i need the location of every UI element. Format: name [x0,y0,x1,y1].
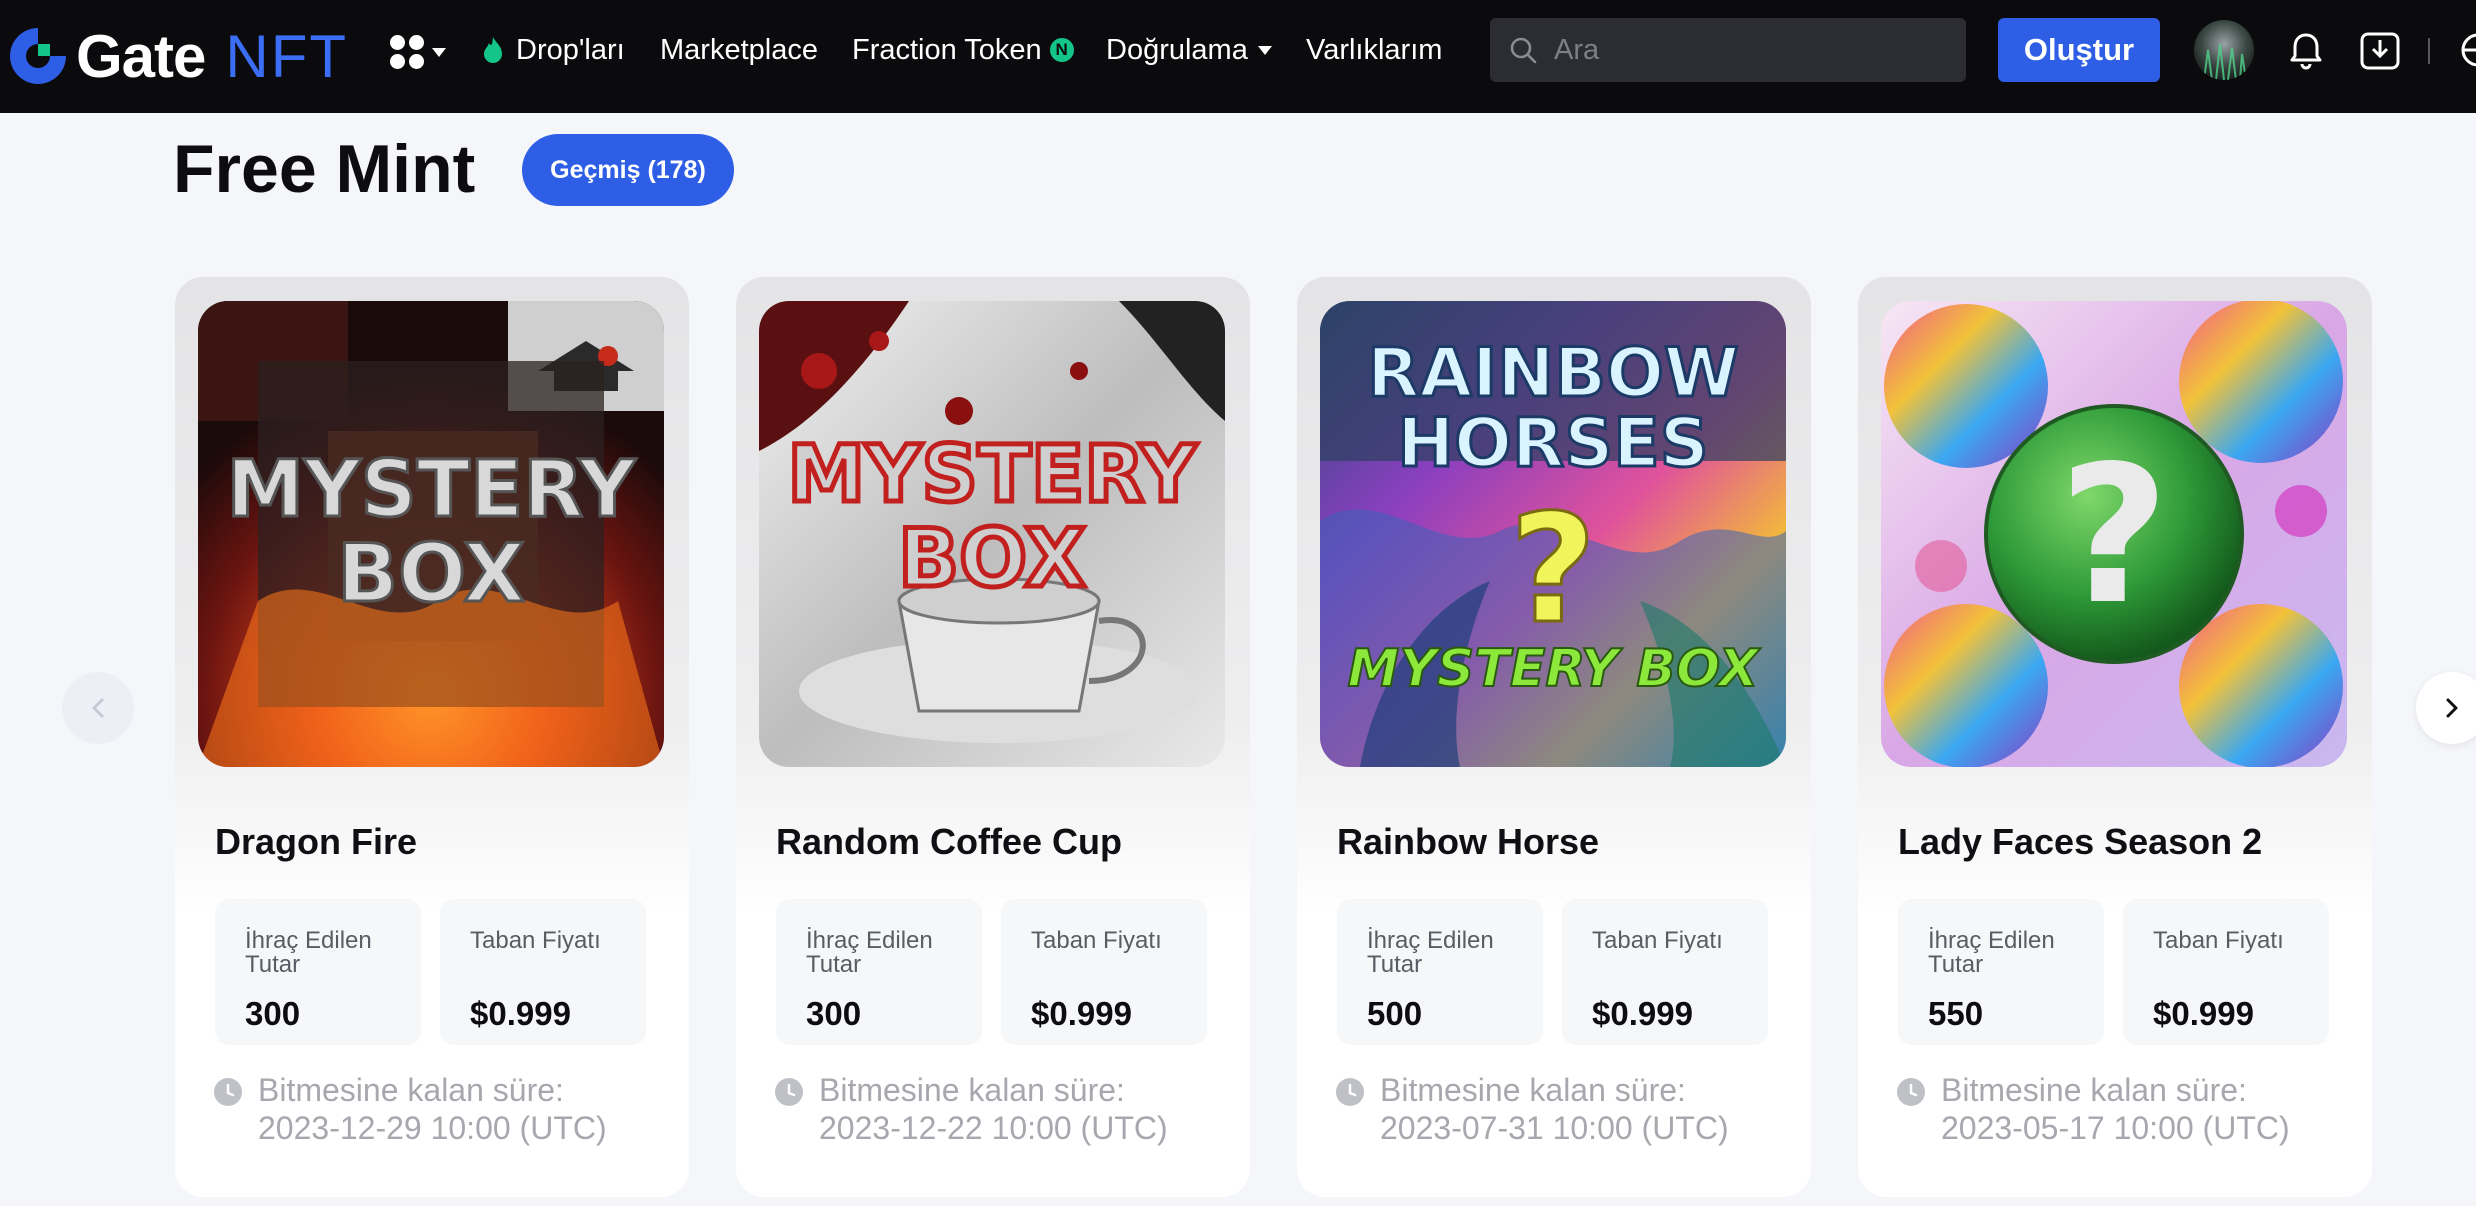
time-value: 2023-12-22 10:00 (UTC) [819,1110,1168,1146]
clock-icon [1897,1078,1925,1106]
floor-value: $0.999 [2153,995,2254,1032]
history-button[interactable]: Geçmiş (178) [522,134,734,206]
issued-amount-box: İhraç Edilen Tutar 300 [215,899,421,1045]
issued-value: 300 [245,995,301,1032]
search-input[interactable] [1554,33,1934,67]
page-title: Free Mint [173,131,476,207]
clock-icon [775,1078,803,1106]
nav-marketplace[interactable]: Marketplace [660,28,818,72]
gate-logo-icon [10,28,66,84]
nft-image: RAINBOW HORSES ? MYSTERY BOX [1320,301,1786,767]
logo-nft-text: NFT [225,22,349,90]
logo-text: Gate [76,22,206,90]
time-label: Bitmesine kalan süre: [819,1072,1125,1108]
time-remaining: Bitmesine kalan süre: 2023-12-29 10:00 (… [258,1071,607,1147]
chevron-down-icon [432,47,446,57]
time-remaining: Bitmesine kalan süre: 2023-07-31 10:00 (… [1380,1071,1729,1147]
nft-name: Rainbow Horse [1337,821,1600,862]
issued-label: İhraç Edilen Tutar [1928,927,2055,978]
download-icon[interactable] [2358,28,2402,72]
chevron-left-icon [92,698,104,718]
create-button[interactable]: Oluştur [1998,18,2160,82]
time-label: Bitmesine kalan süre: [258,1072,564,1108]
search-icon [1510,37,1537,64]
svg-text:MYSTERY: MYSTERY [787,430,1198,520]
nft-image: ? [1881,301,2347,767]
floor-label: Taban Fiyatı [470,927,601,954]
svg-text:HORSES: HORSES [1397,404,1708,483]
time-remaining: Bitmesine kalan süre: 2023-05-17 10:00 (… [1941,1071,2290,1147]
nft-image: MYSTERY BOX [198,301,664,767]
chevron-right-icon [2446,698,2458,718]
nft-card[interactable]: ? Lady Faces Season 2 İhraç Edilen Tutar… [1858,277,2372,1197]
avatar[interactable] [2194,20,2254,80]
issued-amount-box: İhraç Edilen Tutar 300 [776,899,982,1045]
nft-card[interactable]: MYSTERY BOX Random Coffee Cup İhraç Edil… [736,277,1250,1197]
flame-icon [484,37,502,63]
carousel-next-button[interactable] [2416,672,2476,744]
floor-label: Taban Fiyatı [1031,927,1162,954]
nft-name: Random Coffee Cup [776,821,1122,862]
svg-text:BOX: BOX [337,527,525,620]
globe-icon[interactable] [2458,30,2476,70]
carousel-prev-button[interactable] [62,672,134,744]
issued-label: İhraç Edilen Tutar [1367,927,1494,978]
nav-marketplace-label: Marketplace [660,33,818,66]
time-remaining: Bitmesine kalan süre: 2023-12-22 10:00 (… [819,1071,1168,1147]
floor-price-box: Taban Fiyatı $0.999 [2123,899,2329,1045]
time-value: 2023-05-17 10:00 (UTC) [1941,1110,2290,1146]
nav-verification-label: Doğrulama [1106,33,1248,66]
floor-label: Taban Fiyatı [2153,927,2284,954]
top-navbar: Gate NFT Drop'ları Marketplace Fraction … [0,0,2476,113]
nav-fraction-label: Fraction Token [852,33,1042,66]
time-label: Bitmesine kalan süre: [1941,1072,2247,1108]
issued-amount-box: İhraç Edilen Tutar 550 [1898,899,2104,1045]
nft-name: Lady Faces Season 2 [1898,821,2263,862]
time-value: 2023-07-31 10:00 (UTC) [1380,1110,1729,1146]
new-badge: N [1049,38,1074,62]
issued-label: İhraç Edilen Tutar [245,927,372,978]
chevron-down-icon [1257,45,1272,55]
nav-my-assets[interactable]: Varlıklarım [1306,28,1442,72]
nav-drops[interactable]: Drop'ları [482,28,625,72]
svg-text:MYSTERY: MYSTERY [226,445,637,535]
svg-text:MYSTERY BOX: MYSTERY BOX [1348,639,1762,699]
time-value: 2023-12-29 10:00 (UTC) [258,1110,607,1146]
floor-price-box: Taban Fiyatı $0.999 [1562,899,1768,1045]
nav-fraction-token[interactable]: Fraction Token N [852,28,1074,72]
nav-verification[interactable]: Doğrulama [1106,28,1272,72]
floor-label: Taban Fiyatı [1592,927,1723,954]
svg-text:RAINBOW: RAINBOW [1367,334,1739,413]
svg-text:?: ? [1509,483,1596,657]
divider [2428,38,2430,64]
issued-amount-box: İhraç Edilen Tutar 500 [1337,899,1543,1045]
clock-icon [1336,1078,1364,1106]
gate-nft-logo[interactable]: Gate NFT [6,16,348,96]
nft-card[interactable]: MYSTERY BOX Dragon Fire İhraç Edilen Tut… [175,277,689,1197]
nav-drops-label: Drop'ları [516,33,625,66]
clock-icon [214,1078,242,1106]
apps-menu-button[interactable] [390,32,446,72]
floor-value: $0.999 [470,995,571,1032]
floor-value: $0.999 [1592,995,1693,1032]
search-box[interactable] [1490,18,1966,82]
issued-value: 550 [1928,995,1984,1032]
apps-grid-icon [390,35,424,69]
svg-text:BOX: BOX [898,512,1086,605]
nav-assets-label: Varlıklarım [1306,33,1443,66]
time-label: Bitmesine kalan süre: [1380,1072,1686,1108]
floor-price-box: Taban Fiyatı $0.999 [1001,899,1207,1045]
floor-price-box: Taban Fiyatı $0.999 [440,899,646,1045]
issued-label: İhraç Edilen Tutar [806,927,933,978]
nft-image: MYSTERY BOX [759,301,1225,767]
issued-value: 500 [1367,995,1423,1032]
bell-icon[interactable] [2286,30,2326,70]
issued-value: 300 [806,995,862,1032]
floor-value: $0.999 [1031,995,1132,1032]
nft-name: Dragon Fire [215,821,418,862]
nft-card[interactable]: RAINBOW HORSES ? MYSTERY BOX Rainbow Hor… [1297,277,1811,1197]
svg-text:?: ? [2059,425,2169,646]
